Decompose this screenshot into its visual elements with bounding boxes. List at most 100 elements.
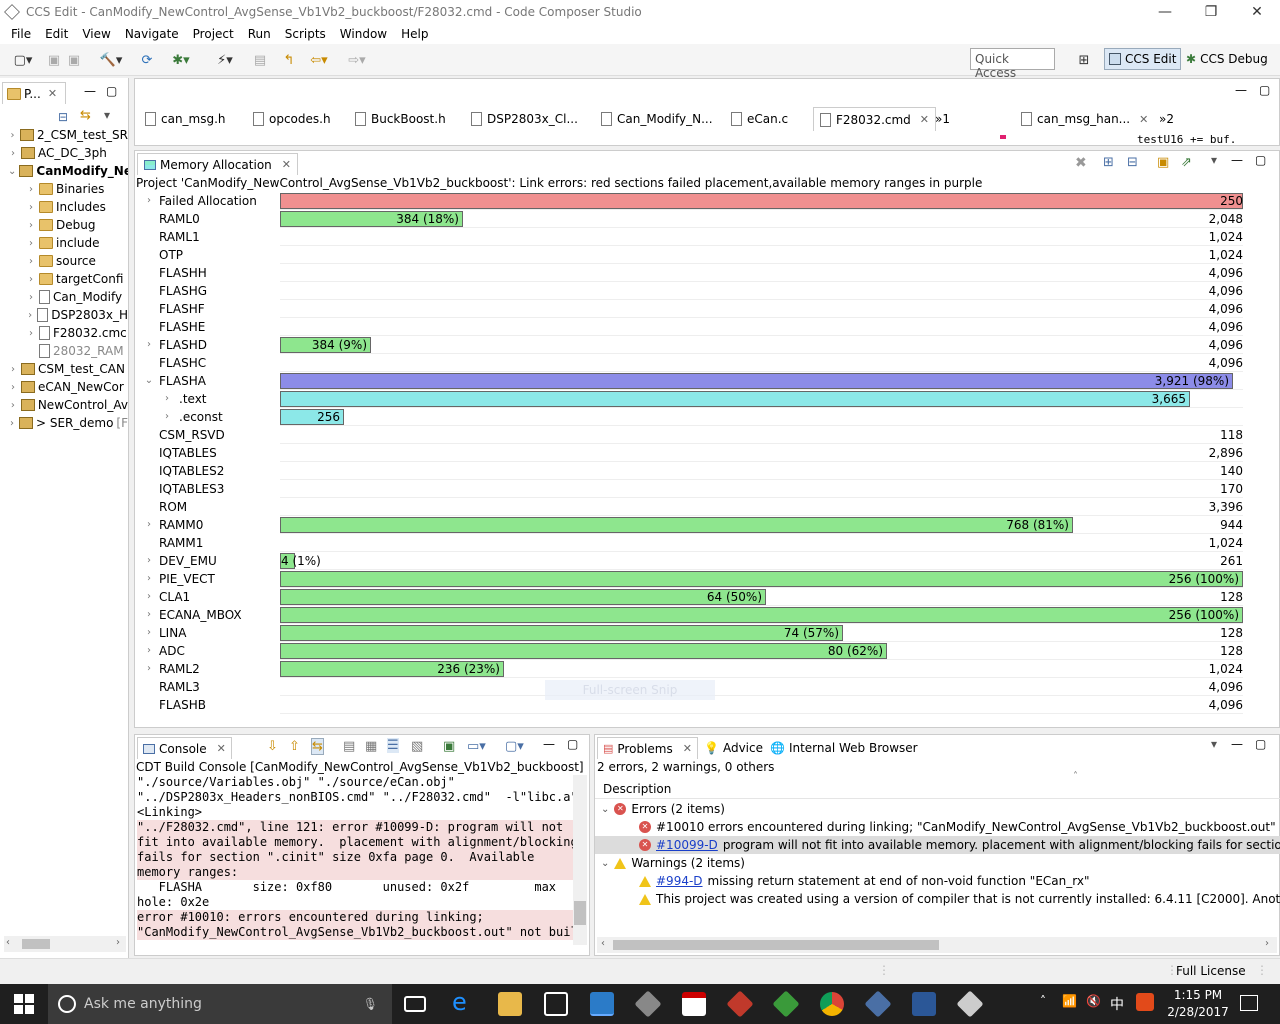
tree-item[interactable]: › 2_CSM_test_SR <box>8 126 129 144</box>
expand-all-icon[interactable]: ⊞ <box>1103 155 1114 170</box>
save-all-icon[interactable]: ▣ <box>66 51 82 69</box>
chevron-down-icon[interactable]: ⌄ <box>143 375 155 386</box>
maximize-icon[interactable]: ▢ <box>106 84 117 98</box>
memory-row[interactable]: › PIE_VECT 256 (100%) <box>135 571 1280 589</box>
close-icon[interactable]: ✕ <box>683 742 692 755</box>
problems-tab[interactable]: ▤ Problems ✕ <box>597 737 698 759</box>
notifications-icon[interactable] <box>1240 995 1258 1011</box>
problem-code-link[interactable]: #994-D <box>656 874 703 888</box>
network-app-icon[interactable] <box>864 990 892 1018</box>
perspective-ccs-edit[interactable]: CCS Edit <box>1104 48 1182 70</box>
memory-row[interactable]: › ECANA_MBOX 256 (100%) <box>135 607 1280 625</box>
tree-item[interactable]: › DSP2803x_H <box>26 306 128 324</box>
memory-row[interactable]: › LINA 74 (57%) 128 <box>135 625 1280 643</box>
tree-item[interactable]: › > SER_demo [F <box>8 414 128 432</box>
tree-item[interactable]: › CSM_test_CAN <box>8 360 128 378</box>
problem-row[interactable]: ✕ #10010 errors encountered during linki… <box>595 818 1280 836</box>
chevron-right-icon[interactable]: › <box>26 274 36 285</box>
export-icon[interactable]: ⇗ <box>1181 155 1192 170</box>
minimize-icon[interactable]: — <box>84 84 96 98</box>
git-icon[interactable] <box>726 990 754 1018</box>
close-icon[interactable]: ✕ <box>920 113 929 126</box>
memory-row[interactable]: FLASHE 4,096 <box>135 319 1280 337</box>
chevron-right-icon[interactable]: › <box>143 339 155 350</box>
refresh-icon[interactable]: ⟳ <box>138 51 156 69</box>
chevron-right-icon[interactable]: › <box>26 184 36 195</box>
editor-maximize-icon[interactable]: ▢ <box>1259 83 1270 97</box>
problem-row-selected[interactable]: ✕ #10099-D program will not fit into ava… <box>595 836 1280 854</box>
chevron-right-icon[interactable]: › <box>8 130 17 141</box>
chevron-right-icon[interactable]: › <box>143 519 155 530</box>
chevron-right-icon[interactable]: › <box>143 591 155 602</box>
link-icon[interactable]: ⇆ <box>311 738 324 755</box>
memory-row[interactable]: FLASHH 4,096 <box>135 265 1280 283</box>
save-icon[interactable]: ▣ <box>46 51 62 69</box>
memory-row[interactable]: IQTABLES2 140 <box>135 463 1280 481</box>
close-icon[interactable]: ✕ <box>48 87 57 100</box>
editor-tab[interactable]: opcodes.h <box>247 107 337 131</box>
memory-row[interactable]: › FLASHD 384 (9%) 4,096 <box>135 337 1280 355</box>
menu-run[interactable]: Run <box>241 27 278 41</box>
toggle-icon[interactable]: ▤ <box>252 51 268 69</box>
app-taskbar-icon[interactable] <box>634 990 662 1018</box>
maximize-icon[interactable]: ▢ <box>1255 737 1266 751</box>
tree-item[interactable]: › Can_Modify <box>26 288 128 306</box>
editor-tab[interactable]: DSP2803x_Cl... <box>465 107 584 131</box>
file-explorer-icon[interactable] <box>498 992 522 1016</box>
memory-row[interactable]: ROM 3,396 <box>135 499 1280 517</box>
clock-date[interactable]: 2/28/2017 <box>1164 1005 1232 1019</box>
memory-row[interactable]: OTP 1,024 <box>135 247 1280 265</box>
green-app-icon[interactable] <box>772 990 800 1018</box>
menu-help[interactable]: Help <box>394 27 435 41</box>
quick-access-input[interactable]: Quick Access <box>970 48 1055 80</box>
editor-tab[interactable]: can_msg_han... ✕ <box>1015 107 1154 131</box>
flash-icon[interactable]: ⚡▾ <box>210 51 240 69</box>
debug-icon[interactable]: ✱▾ <box>166 51 196 69</box>
input-language[interactable]: 中 <box>1110 994 1124 1014</box>
problem-row[interactable]: This project was created using a version… <box>595 890 1280 908</box>
close-icon[interactable]: ✕ <box>282 158 291 171</box>
tree-item[interactable]: › targetConfi <box>26 270 128 288</box>
cortana-search[interactable]: Ask me anything 🎙 <box>48 984 392 1024</box>
box-app-icon[interactable] <box>956 990 984 1018</box>
console-scrollbar[interactable] <box>573 775 587 945</box>
display-console-icon[interactable]: ▭▾ <box>467 739 486 754</box>
editor-minimize-icon[interactable]: — <box>1235 83 1247 97</box>
memory-row[interactable]: IQTABLES3 170 <box>135 481 1280 499</box>
memory-row[interactable]: RAML0 384 (18%) 2,048 <box>135 211 1280 229</box>
microphone-icon[interactable]: 🎙 <box>363 997 378 1011</box>
chevron-down-icon[interactable]: ⌄ <box>8 166 16 177</box>
menu-window[interactable]: Window <box>333 27 394 41</box>
chevron-right-icon[interactable]: › <box>26 292 36 303</box>
memory-row[interactable]: FLASHG 4,096 <box>135 283 1280 301</box>
problems-hscroll[interactable]: ‹ › <box>597 937 1277 953</box>
editor-tab[interactable]: F28032.cmd ✕ <box>813 107 937 131</box>
editor-tab[interactable]: Can_Modify_N... <box>595 107 719 131</box>
description-column-header[interactable]: Description <box>595 779 1280 799</box>
chevron-right-icon[interactable]: › <box>26 310 34 321</box>
ccs-taskbar-icon[interactable] <box>590 992 614 1016</box>
menu-view[interactable]: View <box>75 27 117 41</box>
chevron-right-icon[interactable]: › <box>26 220 36 231</box>
chevron-right-icon[interactable]: › <box>26 256 36 267</box>
restore-button[interactable]: ❐ <box>1188 4 1234 20</box>
memory-row[interactable]: › DEV_EMU 4 (1%) 261 <box>135 553 1280 571</box>
memory-row[interactable]: ⌄ FLASHA 3,921 (98%) <box>135 373 1280 391</box>
tree-item[interactable]: › Debug <box>26 216 128 234</box>
minimize-icon[interactable]: — <box>1231 153 1243 167</box>
windows-start-icon[interactable] <box>14 994 34 1014</box>
view-menu-icon[interactable]: ▾ <box>104 108 110 122</box>
open-console-icon[interactable]: ▢▾ <box>505 739 524 754</box>
chevron-right-icon[interactable]: › <box>8 418 16 429</box>
chevron-right-icon[interactable]: › <box>143 573 155 584</box>
tree-item[interactable]: ⌄ CanModify_Ne <box>8 162 128 180</box>
tree-item[interactable]: › Binaries <box>26 180 128 198</box>
more-tabs-button[interactable]: »2 <box>1153 107 1180 131</box>
memory-row[interactable]: › CLA1 64 (50%) 128 <box>135 589 1280 607</box>
pdf-icon[interactable] <box>682 992 706 1016</box>
copy-icon[interactable]: ▤ <box>343 739 355 754</box>
view-menu-icon[interactable]: ▾ <box>1211 153 1217 167</box>
maximize-icon[interactable]: ▢ <box>567 737 578 751</box>
menu-navigate[interactable]: Navigate <box>118 27 186 41</box>
perspective-ccs-debug[interactable]: ✱ CCS Debug <box>1182 48 1272 70</box>
